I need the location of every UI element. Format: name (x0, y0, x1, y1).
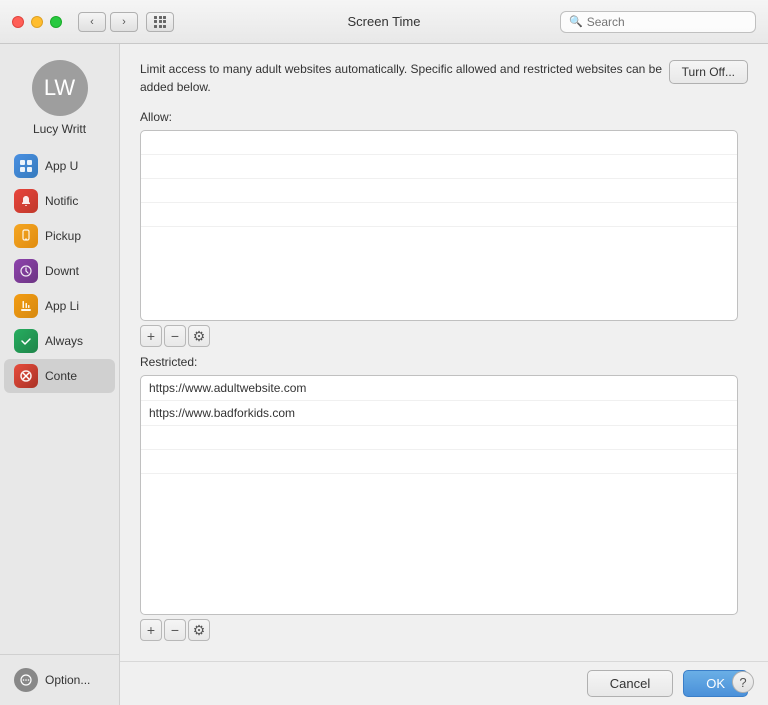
restricted-add-button[interactable]: + (140, 619, 162, 641)
sidebar-item-downtime[interactable]: Downt (4, 254, 115, 288)
sidebar-user-section: LW Lucy Writt (0, 44, 119, 144)
allow-section: Allow: + − ⚙ (130, 110, 748, 351)
sidebar-label-options: Option... (45, 673, 90, 687)
sidebar-item-app-limits[interactable]: App Li (4, 289, 115, 323)
search-icon: 🔍 (569, 15, 583, 28)
sidebar-label-app-usage: App U (45, 159, 78, 173)
sidebar-item-content[interactable]: Conte (4, 359, 115, 393)
cancel-button[interactable]: Cancel (587, 670, 673, 697)
help-button[interactable]: ? (732, 671, 754, 693)
restricted-row-2: https://www.badforkids.com (141, 401, 737, 426)
sections-container: Allow: + − ⚙ Rest (130, 110, 748, 645)
window-title: Screen Time (348, 14, 421, 29)
restricted-row-5 (141, 474, 737, 498)
sidebar-label-downtime: Downt (45, 264, 79, 278)
restricted-list[interactable]: https://www.adultwebsite.com https://www… (140, 375, 738, 615)
sidebar-label-notifications: Notific (45, 194, 78, 208)
close-button[interactable] (12, 16, 24, 28)
restricted-section: Restricted: https://www.adultwebsite.com… (130, 355, 748, 645)
avatar: LW (32, 60, 88, 116)
turn-off-button[interactable]: Turn Off... (669, 60, 748, 84)
sidebar-label-pickups: Pickup (45, 229, 81, 243)
traffic-lights (12, 16, 62, 28)
grid-button[interactable] (146, 12, 174, 32)
allow-row-4 (141, 203, 737, 227)
title-bar: ‹ › Screen Time 🔍 (0, 0, 768, 44)
notifications-icon (14, 189, 38, 213)
allow-row-3 (141, 179, 737, 203)
pickups-icon (14, 224, 38, 248)
sidebar-label-always-on: Always (45, 334, 83, 348)
sidebar-label-content: Conte (45, 369, 77, 383)
main-area: LW Lucy Writt App U (0, 44, 768, 705)
sidebar-item-pickups[interactable]: Pickup (4, 219, 115, 253)
restricted-label: Restricted: (130, 355, 748, 369)
allow-row-5 (141, 227, 737, 251)
sidebar-label-app-limits: App Li (45, 299, 79, 313)
app-usage-icon (14, 154, 38, 178)
sidebar-bottom: Option... (0, 654, 119, 705)
dialog-area: Turn Off... Limit access to many adult w… (120, 44, 768, 661)
restricted-row-4 (141, 450, 737, 474)
dialog-footer: Cancel OK (120, 661, 768, 705)
zoom-button[interactable] (50, 16, 62, 28)
minimize-button[interactable] (31, 16, 43, 28)
sidebar-item-app-usage[interactable]: App U (4, 149, 115, 183)
allow-settings-button[interactable]: ⚙ (188, 325, 210, 347)
allow-toolbar: + − ⚙ (130, 321, 748, 351)
sidebar-item-options[interactable]: Option... (4, 663, 115, 697)
allow-label: Allow: (130, 110, 748, 124)
forward-button[interactable]: › (110, 12, 138, 32)
sidebar-item-always-on[interactable]: Always (4, 324, 115, 358)
search-input[interactable] (587, 15, 747, 29)
allow-list[interactable] (140, 130, 738, 321)
grid-icon (154, 16, 166, 28)
allow-add-button[interactable]: + (140, 325, 162, 347)
nav-buttons: ‹ › (78, 12, 174, 32)
sidebar: LW Lucy Writt App U (0, 44, 120, 705)
back-button[interactable]: ‹ (78, 12, 106, 32)
options-icon (14, 668, 38, 692)
downtime-icon (14, 259, 38, 283)
always-on-icon (14, 329, 38, 353)
restricted-row-1: https://www.adultwebsite.com (141, 376, 737, 401)
allow-row-1 (141, 131, 737, 155)
restricted-settings-button[interactable]: ⚙ (188, 619, 210, 641)
allow-row-2 (141, 155, 737, 179)
restricted-remove-button[interactable]: − (164, 619, 186, 641)
sidebar-items: App U Notific Pickup (0, 144, 119, 654)
content-icon (14, 364, 38, 388)
restricted-toolbar: + − ⚙ (130, 615, 748, 645)
sidebar-item-notifications[interactable]: Notific (4, 184, 115, 218)
description-text: Limit access to many adult websites auto… (130, 60, 748, 96)
allow-remove-button[interactable]: − (164, 325, 186, 347)
user-name: Lucy Writt (12, 122, 107, 136)
search-bar[interactable]: 🔍 (560, 11, 756, 33)
content-panel: Turn Off... Limit access to many adult w… (120, 44, 768, 705)
restricted-row-3 (141, 426, 737, 450)
app-limits-icon (14, 294, 38, 318)
